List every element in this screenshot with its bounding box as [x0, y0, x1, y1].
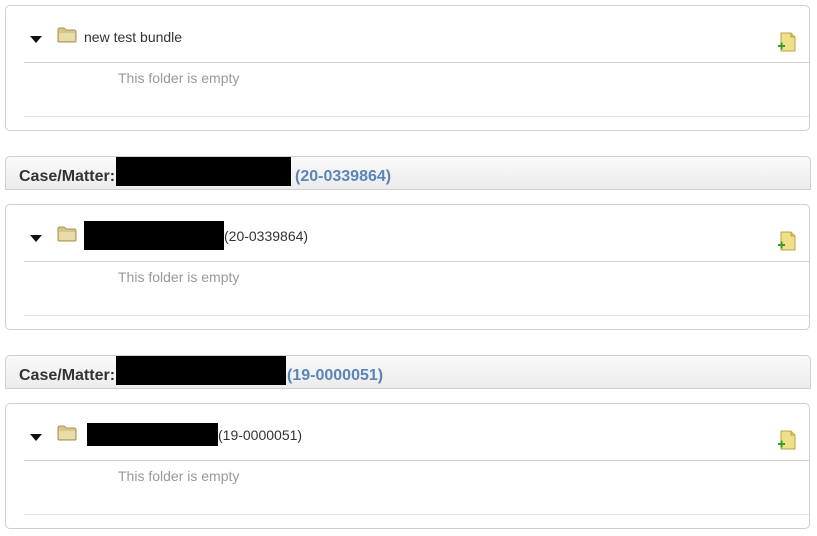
case-matter-header: Case/Matter: (20-0339864) [5, 156, 811, 190]
folder-row: (20-0339864) [6, 205, 809, 262]
divider [24, 315, 809, 316]
bundle-matter-number[interactable]: (20-0339864) [224, 228, 308, 244]
divider [24, 460, 809, 461]
folder-row: (19-0000051) [6, 404, 809, 461]
add-document-icon[interactable] [778, 430, 796, 450]
bundle-panel: (20-0339864) This folder is empty [5, 204, 810, 330]
redacted-block [84, 221, 224, 250]
redacted-block [116, 356, 287, 385]
bundle-list: new test bundle This folder is empty Cas… [0, 0, 817, 536]
empty-folder-message: This folder is empty [118, 468, 240, 484]
caret-down-icon[interactable] [30, 434, 42, 441]
divider [24, 514, 809, 515]
bundle-panel: new test bundle This folder is empty [5, 5, 810, 131]
folder-title[interactable]: new test bundle [84, 29, 182, 45]
folder-title[interactable]: (20-0339864) [84, 221, 308, 250]
case-matter-number: (20-0339864) [295, 168, 392, 185]
add-document-icon[interactable] [778, 231, 796, 251]
case-matter-label: Case/Matter: [19, 367, 116, 384]
bundle-matter-number[interactable]: (19-0000051) [218, 427, 302, 443]
redacted-block [87, 423, 218, 446]
folder-icon [57, 425, 77, 441]
caret-down-icon[interactable] [30, 36, 42, 43]
divider [24, 62, 809, 63]
redacted-block [116, 157, 292, 186]
divider [24, 261, 809, 262]
case-matter-header: Case/Matter: (19-0000051) [5, 355, 811, 389]
folder-icon [57, 226, 77, 242]
folder-icon [57, 27, 77, 43]
caret-down-icon[interactable] [30, 235, 42, 242]
bundle-panel: (19-0000051) This folder is empty [5, 403, 810, 529]
empty-folder-message: This folder is empty [118, 70, 240, 86]
empty-folder-message: This folder is empty [118, 269, 240, 285]
bundle-name[interactable]: new test bundle [84, 29, 182, 45]
case-matter-label: Case/Matter: [19, 168, 116, 185]
folder-title[interactable]: (19-0000051) [87, 423, 302, 446]
add-document-icon[interactable] [778, 32, 796, 52]
case-matter-number: (19-0000051) [287, 367, 384, 384]
divider [24, 116, 809, 117]
folder-row: new test bundle [6, 6, 809, 63]
